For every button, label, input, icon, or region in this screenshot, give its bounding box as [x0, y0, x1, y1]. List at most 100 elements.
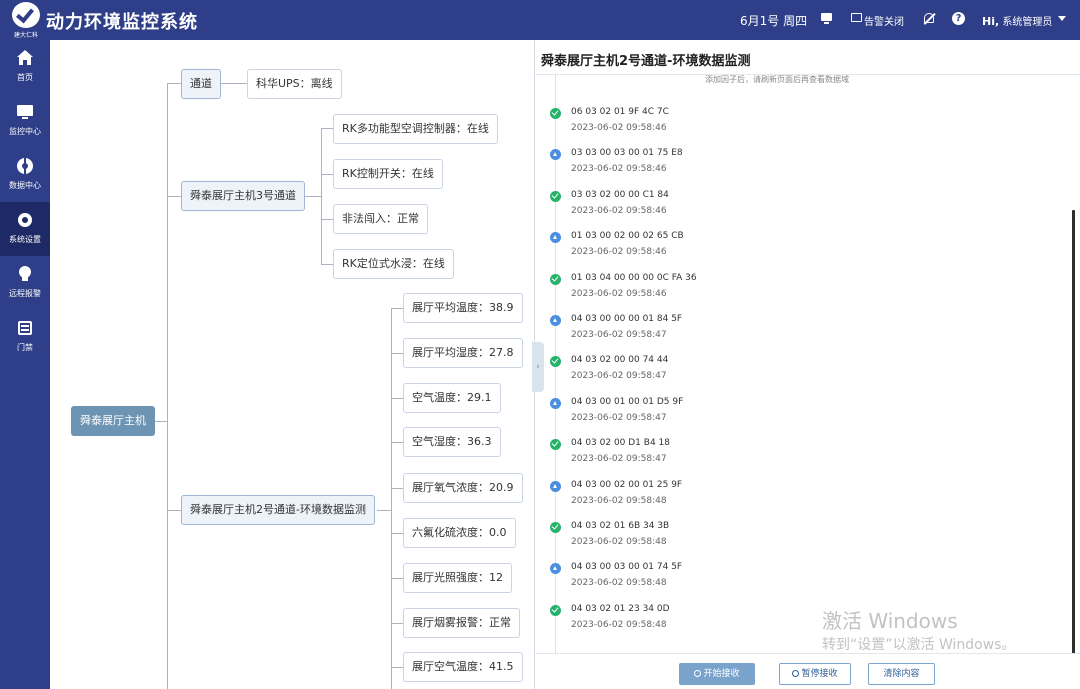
tree-connector	[391, 623, 403, 624]
tree-connector	[391, 667, 403, 668]
received-icon	[550, 273, 561, 285]
sidebar-item-data-center[interactable]: 数据中心	[0, 148, 50, 202]
tree-branch-channel[interactable]: 通道	[181, 69, 221, 99]
activate-windows-watermark: 激活 Windows	[822, 609, 958, 633]
log-entry: 04 03 00 02 00 01 25 9F 2023-06-02 09:58:…	[535, 478, 1055, 520]
bulb-icon	[17, 266, 33, 282]
sidebar-item-label: 远程报警	[9, 289, 41, 298]
tree-leaf[interactable]: 非法闯入：正常	[333, 204, 428, 234]
clear-content-button[interactable]: 清除内容	[868, 663, 935, 685]
log-timestamp: 2023-06-02 09:58:47	[571, 371, 667, 382]
sidebar-item-access-control[interactable]: 门禁	[0, 310, 50, 364]
user-menu[interactable]: Hi, 系统管理员	[982, 13, 1052, 28]
tree-connector	[391, 442, 403, 443]
log-entry: 04 03 02 00 00 74 44 2023-06-02 09:58:47	[535, 353, 1055, 395]
logo-text: 建大仁科	[13, 32, 38, 39]
app-title: 动力环境监控系统	[46, 12, 198, 33]
panel-collapse-handle[interactable]: ›	[532, 342, 544, 392]
tree-leaf[interactable]: 科华UPS：离线	[247, 69, 342, 99]
tree-leaf[interactable]: 展厅平均温度：38.9	[403, 293, 523, 323]
tree-leaf[interactable]: 展厅氧气浓度：20.9	[403, 473, 523, 503]
log-hex-frame: 01 03 00 02 00 02 65 CB	[571, 231, 684, 242]
tree-connector	[321, 219, 333, 220]
sidebar-item-label: 系统设置	[9, 235, 41, 244]
start-receive-button[interactable]: 开始接收	[679, 663, 755, 685]
received-icon	[550, 522, 561, 533]
tree-leaf[interactable]: 六氟化硫浓度：0.0	[403, 518, 516, 548]
log-hex-frame: 04 03 00 03 00 01 74 5F	[571, 562, 683, 573]
log-entry: 04 03 00 00 00 01 84 5F 2023-06-02 09:58:…	[535, 312, 1055, 354]
log-timestamp: 2023-06-02 09:58:46	[571, 205, 667, 216]
tree-leaf[interactable]: 空气温度：29.1	[403, 383, 501, 413]
log-timestamp: 2023-06-02 09:58:46	[571, 123, 667, 133]
sidebar-item-label: 首页	[17, 73, 33, 82]
tree-connector	[167, 83, 168, 689]
sidebar-item-remote-alarm[interactable]: 远程报警	[0, 256, 50, 310]
tree-connector	[391, 308, 403, 309]
log-hex-frame: 03 03 02 00 00 C1 84	[571, 189, 669, 200]
alarm-close-button[interactable]: 告警关闭	[864, 13, 904, 28]
tree-leaf[interactable]: 展厅烟雾报警：正常	[403, 608, 520, 638]
chevron-down-icon[interactable]	[1058, 16, 1066, 21]
tree-connector	[167, 83, 181, 84]
tree-connector	[153, 421, 167, 422]
pause-receive-button[interactable]: 暂停接收	[779, 663, 851, 685]
tree-root-node[interactable]: 舜泰展厅主机	[71, 406, 155, 436]
top-header: 建大仁科 动力环境监控系统 6月1号 周四 告警关闭 ? Hi, 系统管理员	[0, 0, 1080, 40]
tree-leaf[interactable]: 展厅平均湿度：27.8	[403, 338, 523, 368]
tree-connector	[303, 196, 321, 197]
data-monitor-panel: 舜泰展厅主机2号通道-环境数据监测 06 03 02 01 9F 4C 7C 20…	[534, 40, 1080, 689]
log-timestamp: 2023-06-02 09:58:47	[571, 454, 667, 465]
log-entry: 01 03 00 02 00 02 65 CB 2023-06-02 09:58:…	[535, 229, 1055, 271]
log-hex-frame: 04 03 02 01 23 34 0D	[571, 603, 670, 614]
sidebar-item-label: 门禁	[17, 343, 33, 352]
tree-leaf[interactable]: 展厅空气温度：41.5	[403, 652, 523, 682]
sent-icon	[550, 397, 561, 409]
tree-leaf[interactable]: 展厅光照强度：12	[403, 563, 512, 593]
log-entry: 04 03 02 00 D1 B4 18 2023-06-02 09:58:47	[535, 436, 1055, 478]
tree-leaf[interactable]: RK控制开关：在线	[333, 159, 443, 189]
received-icon	[550, 439, 561, 451]
log-timestamp: 2023-06-02 09:58:47	[571, 330, 667, 340]
help-icon[interactable]: ?	[950, 10, 968, 28]
home-icon	[17, 50, 33, 66]
log-entry: 03 03 02 00 00 C1 84 2023-06-02 09:58:46	[535, 188, 1055, 230]
tree-connector	[321, 174, 333, 175]
tree-leaf[interactable]: 空气湿度：36.3	[403, 427, 501, 457]
sidebar-item-home[interactable]: 首页	[0, 40, 50, 94]
user-greeting: Hi,	[982, 15, 1000, 28]
sent-icon	[550, 149, 561, 161]
tree-connector	[391, 398, 403, 399]
tree-connector	[391, 533, 403, 534]
door-icon	[17, 320, 33, 336]
header-date: 6月1号 周四	[740, 14, 808, 28]
scrollbar-thumb[interactable]	[1072, 210, 1075, 653]
tree-leaf[interactable]: RK定位式水浸：在线	[333, 249, 454, 279]
sidebar-item-system-settings[interactable]: 系统设置	[0, 202, 50, 256]
sidebar-item-monitor-center[interactable]: 监控中心	[0, 94, 50, 148]
tree-branch-channel-2[interactable]: 舜泰展厅主机2号通道-环境数据监测	[181, 495, 375, 525]
log-entry: 04 03 00 03 00 01 74 5F 2023-06-02 09:58:…	[535, 560, 1055, 602]
panel-footer: 开始接收 暂停接收 清除内容	[535, 653, 1080, 689]
tree-connector	[377, 510, 391, 511]
monitor-icon[interactable]	[818, 10, 836, 28]
tree-leaf[interactable]: RK多功能型空调控制器：在线	[333, 114, 498, 144]
radio-icon	[694, 670, 702, 677]
monitor-icon	[17, 104, 33, 120]
message-log[interactable]: 06 03 02 01 9F 4C 7C 2023-06-02 09:58:46 0…	[535, 75, 1080, 653]
bell-mute-icon[interactable]	[920, 10, 938, 28]
user-name: 系统管理员	[1002, 17, 1053, 28]
logo: 建大仁科	[8, 2, 44, 39]
sent-icon	[550, 480, 561, 492]
panel-hint: 添加因子后，请刷新页面后再查看数据域	[705, 75, 849, 84]
log-timestamp: 2023-06-02 09:58:48	[571, 619, 667, 630]
log-entry: 04 03 02 01 6B 34 3B 2023-06-02 09:58:48	[535, 519, 1055, 561]
log-hex-frame: 03 03 00 03 00 01 75 E8	[571, 148, 683, 159]
log-hex-frame: 04 03 00 00 00 01 84 5F	[571, 314, 683, 324]
tree-branch-channel-3[interactable]: 舜泰展厅主机3号通道	[181, 181, 305, 211]
log-timestamp: 2023-06-02 09:58:48	[571, 578, 667, 589]
sidebar-item-label: 数据中心	[9, 181, 41, 190]
log-entry: 01 03 04 00 00 00 0C FA 36 2023-06-02 09:…	[535, 271, 1055, 313]
log-entry: 04 03 00 01 00 01 D5 9F 2023-06-02 09:58:…	[535, 395, 1055, 437]
received-icon	[550, 604, 561, 616]
